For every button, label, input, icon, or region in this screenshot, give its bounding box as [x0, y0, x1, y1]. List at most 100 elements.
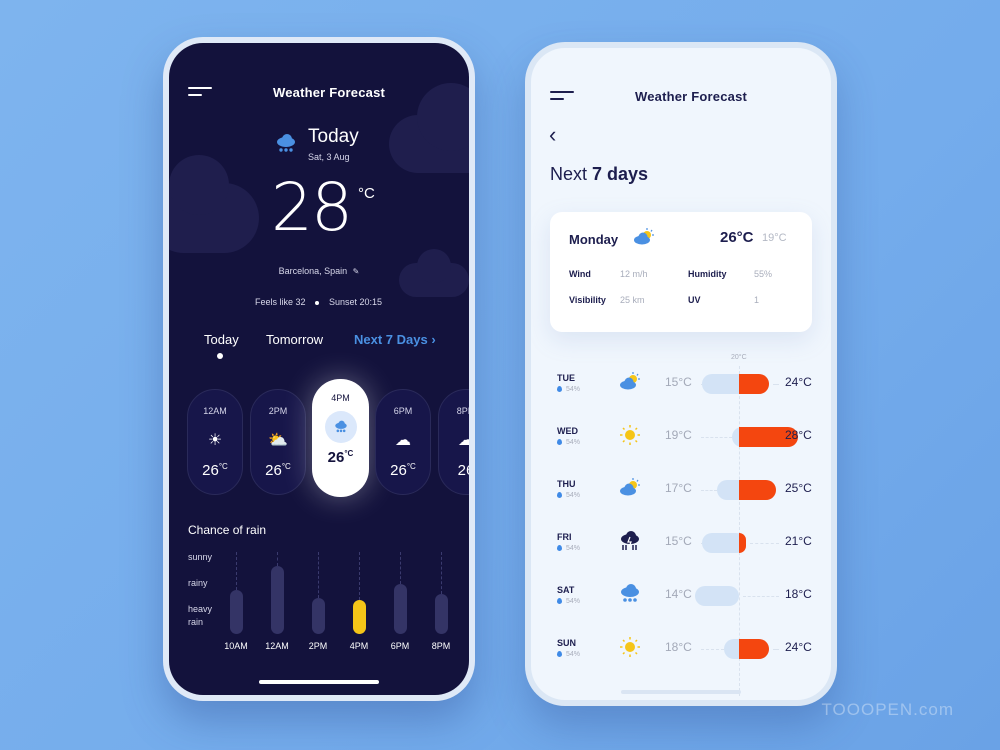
high-temp: 24°C: [785, 640, 812, 654]
rain-chance-value: 54%: [566, 651, 581, 658]
back-button[interactable]: ‹: [549, 122, 556, 148]
rain-bar-label: 8PM: [431, 641, 451, 651]
rain-cloud-icon-wrap: [312, 411, 369, 443]
wind-label: Wind: [569, 269, 591, 279]
page-heading: Next 7 days: [550, 164, 648, 185]
drop-icon: [557, 439, 562, 445]
high-range-bar: [739, 533, 747, 553]
hour-card[interactable]: 12AM ☀ 26°C: [187, 389, 243, 495]
bar-guide: [236, 552, 237, 590]
heading-prefix: Next: [550, 164, 588, 184]
low-guide: [701, 437, 732, 438]
bar-guide: [400, 552, 401, 585]
low-temp: 15°C: [665, 375, 692, 389]
rain-bar[interactable]: [435, 594, 448, 634]
high-guide: [743, 596, 779, 597]
rain-bar[interactable]: [230, 590, 243, 634]
high-range-bar: [739, 374, 769, 394]
rain-chance: 54%: [557, 386, 580, 393]
hour-card[interactable]: 8PM ☁ 26: [438, 389, 469, 495]
rain-bar-label: 4PM: [349, 641, 369, 651]
app-title: Weather Forecast: [634, 89, 748, 104]
level-label: heavy: [188, 604, 213, 614]
rain-bar[interactable]: [394, 584, 407, 634]
partly-cloudy-icon: [634, 228, 654, 245]
level-label: sunny: [188, 552, 213, 562]
hour-temp-unit: °C: [406, 462, 416, 471]
low-temp: 15°C: [665, 534, 692, 548]
hour-temp: 26°C: [251, 462, 305, 479]
hour-temp: 26°C: [312, 449, 369, 466]
partly-cloudy-icon: [620, 372, 640, 390]
drop-icon: [557, 492, 562, 498]
low-temp: 18°C: [665, 640, 692, 654]
tab-tomorrow[interactable]: Tomorrow: [266, 332, 323, 347]
hour-time: 4PM: [331, 393, 350, 403]
edit-location-icon[interactable]: ✎: [353, 267, 360, 276]
low-range-bar: [694, 586, 739, 606]
bg-cloud-icon: [169, 155, 229, 215]
home-indicator[interactable]: [621, 690, 741, 694]
hour-temp: 26: [439, 462, 469, 479]
date-label: Sat, 3 Aug: [308, 152, 350, 162]
high-guide: [772, 384, 779, 385]
low-temp: 17°C: [665, 481, 692, 495]
rain-bar[interactable]: [271, 566, 284, 634]
hour-time: 6PM: [393, 406, 413, 416]
hour-time: 2PM: [268, 406, 288, 416]
rain-bar-label: 2PM: [308, 641, 328, 651]
hour-temp-unit: °C: [218, 462, 228, 471]
drop-icon: [557, 598, 562, 604]
location-label[interactable]: Barcelona, Spain ✎: [169, 266, 469, 276]
high-temp: 18°C: [785, 587, 812, 601]
rain-chart-title: Chance of rain: [188, 523, 267, 537]
hour-card[interactable]: 2PM ⛅ 26°C: [250, 389, 306, 495]
detail-day: Monday: [569, 232, 619, 247]
rain-chance-value: 54%: [566, 439, 581, 446]
hour-card[interactable]: 6PM ☁ 26°C: [375, 389, 431, 495]
bar-guide: [441, 552, 442, 594]
phone-today: Weather Forecast Today Sat, 3 Aug 28 °C …: [163, 37, 475, 701]
rain-chance: 54%: [557, 651, 580, 658]
separator-dot: [315, 301, 319, 305]
rain-chance-value: 54%: [566, 598, 581, 605]
drop-icon: [557, 545, 562, 551]
week-screen: Weather Forecast ‹ Next 7 days Monday 26…: [531, 48, 831, 700]
cloud-icon: ☁: [458, 432, 469, 449]
sun-icon: ☀: [207, 432, 223, 449]
day-label: SUN: [557, 638, 577, 648]
high-guide: [750, 543, 779, 544]
current-temperature: 28: [271, 169, 353, 246]
high-temp: 24°C: [785, 375, 812, 389]
partly-cloudy-icon: [620, 478, 640, 496]
rain-cloud-icon: [621, 584, 639, 602]
hour-temp: 26°C: [188, 462, 242, 479]
rain-chance: 54%: [557, 439, 580, 446]
bar-guide: [277, 552, 278, 566]
tab-next-7-days[interactable]: Next 7 Days ›: [354, 332, 436, 347]
low-temp: 19°C: [665, 428, 692, 442]
high-range-bar: [739, 639, 769, 659]
rain-bar[interactable]: [353, 600, 366, 634]
home-indicator[interactable]: [259, 680, 379, 684]
rain-bar[interactable]: [312, 598, 325, 634]
bar-guide: [359, 552, 360, 601]
temperature-unit: °C: [358, 185, 375, 202]
day-label: THU: [557, 479, 576, 489]
sun-icon: [620, 425, 640, 445]
rain-cloud-icon: [277, 134, 295, 152]
high-range-bar: [739, 480, 776, 500]
detail-high: 26°C: [720, 229, 754, 246]
rain-chance-value: 54%: [566, 386, 581, 393]
tab-today[interactable]: Today: [204, 332, 239, 347]
hour-temp-unit: °C: [344, 449, 354, 458]
humidity-label: Humidity: [688, 269, 727, 279]
monday-detail-card[interactable]: Monday 26°C 19°C Wind 12 m/h Humidity 55…: [550, 212, 812, 332]
partly-cloudy-icon: ⛅: [268, 432, 288, 449]
rain-bar-label: 10AM: [224, 641, 248, 651]
hour-card-active[interactable]: 4PM 26°C: [312, 379, 369, 497]
today-screen: Weather Forecast Today Sat, 3 Aug 28 °C …: [169, 43, 469, 695]
visibility-label: Visibility: [569, 295, 606, 305]
high-guide: [772, 649, 779, 650]
phone-week: Weather Forecast ‹ Next 7 days Monday 26…: [525, 42, 837, 706]
